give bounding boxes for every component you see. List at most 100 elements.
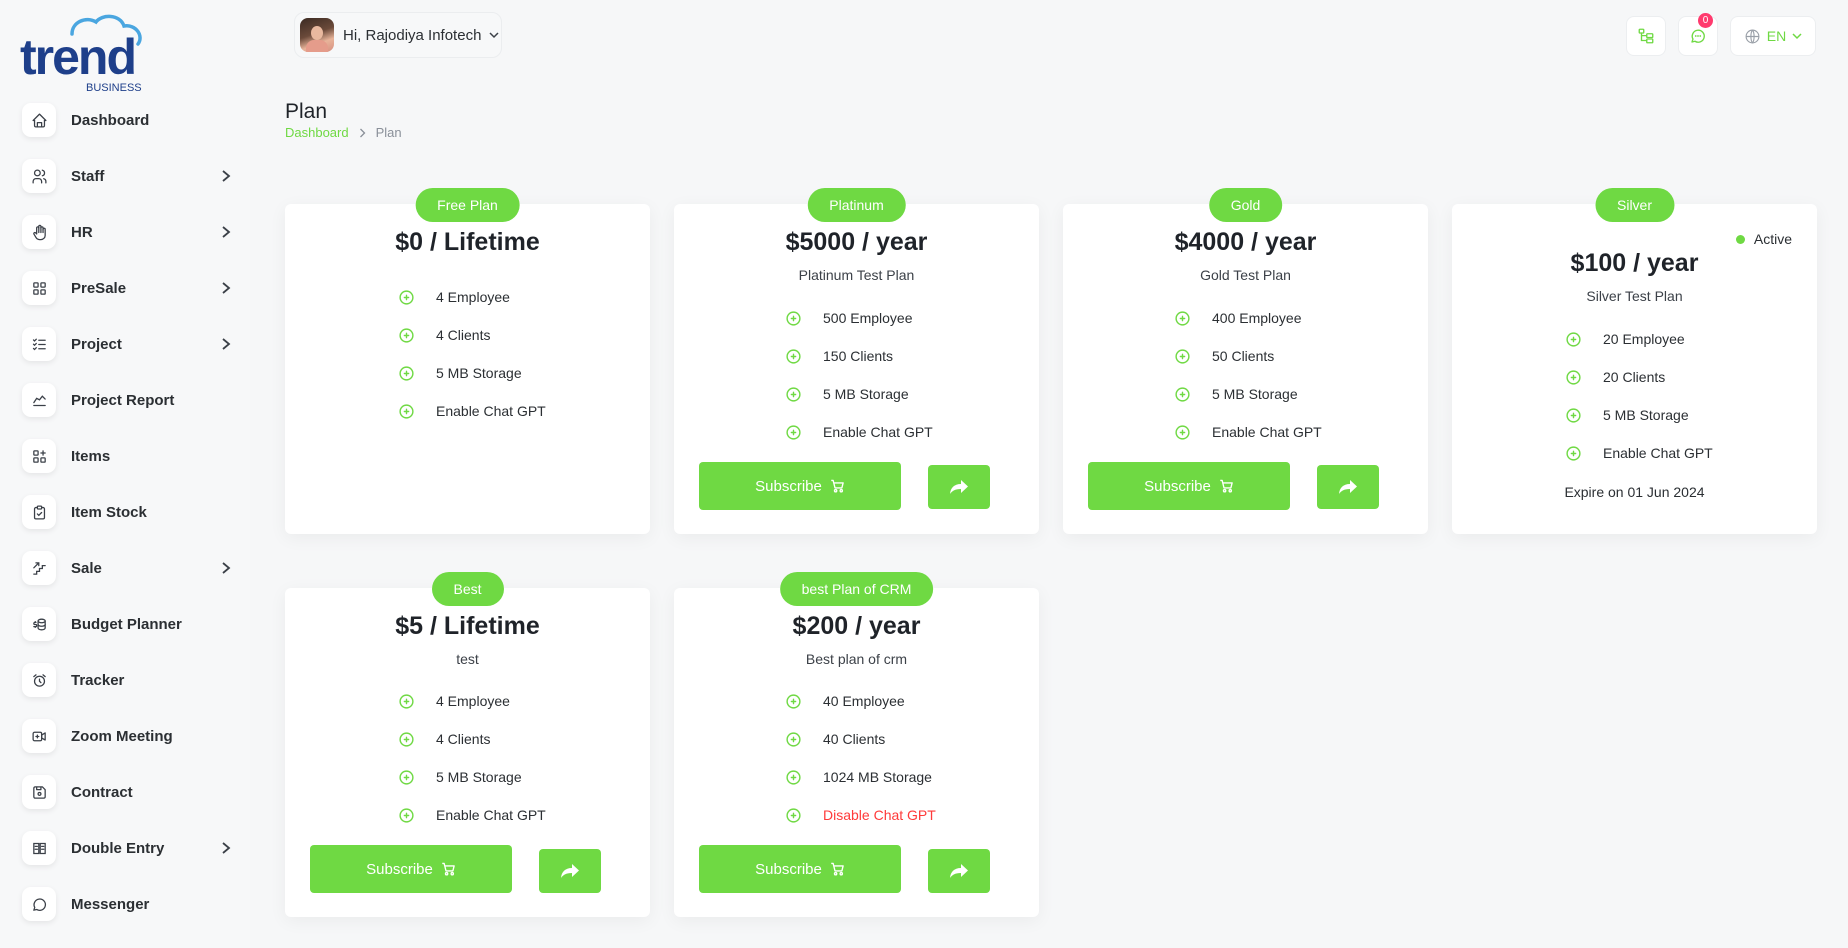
- chevron-right-icon: [222, 282, 231, 294]
- shopping-cart-icon: [1220, 479, 1233, 493]
- sidebar-item-label: Staff: [71, 167, 105, 185]
- sidebar-item-zoom-meeting[interactable]: Zoom Meeting: [22, 708, 232, 764]
- circle-plus-icon: [1175, 310, 1190, 326]
- plan-feature: 150 Clients: [785, 337, 933, 375]
- sidebar-item-staff[interactable]: Staff: [22, 148, 232, 204]
- sidebar-item-label: Double Entry: [71, 839, 165, 857]
- plan-price: $4000 / year: [1174, 228, 1317, 256]
- plan-feature: 40 Clients: [785, 720, 936, 758]
- share-button[interactable]: [928, 849, 990, 893]
- messages-button[interactable]: 0: [1678, 13, 1718, 56]
- alarm-icon: [22, 663, 56, 697]
- plan-price: $0 / Lifetime: [395, 228, 540, 256]
- sidebar-item-project-report[interactable]: Project Report: [22, 372, 232, 428]
- message-icon: [22, 887, 56, 921]
- circle-plus-icon: [1175, 386, 1190, 402]
- sidebar-item-messenger[interactable]: Messenger: [22, 876, 232, 932]
- coins-icon: [22, 607, 56, 641]
- sidebar-item-label: Messenger: [71, 895, 150, 913]
- sidebar-item-project[interactable]: Project: [22, 316, 232, 372]
- plan-feature: 5 MB Storage: [398, 354, 546, 392]
- user-menu[interactable]: Hi, Rajodiya Infotech: [294, 12, 502, 58]
- plan-features: 500 Employee 150 Clients 5 MB Storage En…: [785, 299, 933, 451]
- share-button[interactable]: [1317, 465, 1379, 509]
- plan-feature: 4 Employee: [398, 278, 546, 316]
- plan-feature: 500 Employee: [785, 299, 933, 337]
- subscribe-button[interactable]: Subscribe: [699, 462, 901, 510]
- share-button[interactable]: [539, 849, 601, 893]
- notification-badge: 0: [1698, 13, 1713, 28]
- globe-icon: [1745, 29, 1760, 43]
- sidebar-item-label: Tracker: [71, 671, 125, 689]
- plan-feature: 400 Employee: [1174, 299, 1322, 337]
- layout-switch-button[interactable]: [1626, 16, 1666, 56]
- share-button[interactable]: [928, 465, 990, 509]
- sidebar-item-presale[interactable]: PreSale: [22, 260, 232, 316]
- circle-plus-icon: [786, 693, 801, 709]
- chevron-right-icon: [222, 226, 231, 238]
- circle-plus-icon: [786, 348, 801, 364]
- trend-business-logo[interactable]: trend BUSINESS: [20, 12, 160, 94]
- subscribe-button[interactable]: Subscribe: [699, 845, 901, 893]
- shopping-cart-icon: [831, 479, 844, 493]
- sidebar-item-label: Budget Planner: [71, 615, 182, 633]
- sidebar-item-label: Zoom Meeting: [71, 727, 173, 745]
- sidebar-item-item-stock[interactable]: Item Stock: [22, 484, 232, 540]
- plan-feature: Enable Chat GPT: [398, 796, 546, 834]
- plan-feature: 5 MB Storage: [785, 375, 933, 413]
- circle-plus-icon: [786, 310, 801, 326]
- sidebar-item-contract[interactable]: Contract: [22, 764, 232, 820]
- message-dots-icon: [1691, 29, 1705, 43]
- plan-feature: 5 MB Storage: [1565, 396, 1713, 434]
- grid-icon: [22, 271, 56, 305]
- language-label: EN: [1766, 28, 1787, 44]
- share-arrow-icon: [1339, 480, 1357, 494]
- sidebar-item-items[interactable]: Items: [22, 428, 232, 484]
- sidebar-item-label: Contract: [71, 783, 133, 801]
- breadcrumb-dashboard-link[interactable]: Dashboard: [285, 125, 349, 140]
- plan-features: 400 Employee 50 Clients 5 MB Storage Ena…: [1174, 299, 1322, 451]
- active-status: Active: [1735, 231, 1792, 247]
- sidebar-nav: Dashboard Staff HR PreSale Project Proje…: [22, 92, 232, 932]
- language-dropdown[interactable]: EN: [1730, 16, 1816, 56]
- plan-expire-date: Expire on 01 Jun 2024: [1564, 484, 1705, 500]
- users-icon: [22, 159, 56, 193]
- plan-feature: Enable Chat GPT: [398, 392, 546, 430]
- subscribe-button[interactable]: Subscribe: [1088, 462, 1290, 510]
- circle-plus-icon: [1566, 407, 1581, 423]
- sidebar-item-hr[interactable]: HR: [22, 204, 232, 260]
- device-floppy-icon: [22, 775, 56, 809]
- page-title: Plan: [285, 100, 328, 123]
- breadcrumb-current: Plan: [375, 125, 402, 140]
- sidebar-item-label: Sale: [71, 559, 102, 577]
- circle-plus-icon: [399, 693, 414, 709]
- chevron-down-icon: [489, 32, 499, 39]
- user-greeting: Hi, Rajodiya Infotech: [343, 26, 482, 44]
- plan-features: 20 Employee 20 Clients 5 MB Storage Enab…: [1565, 320, 1713, 472]
- circle-plus-icon: [1566, 331, 1581, 347]
- sidebar-item-budget-planner[interactable]: Budget Planner: [22, 596, 232, 652]
- chevron-right-icon: [222, 170, 231, 182]
- plan-feature: Enable Chat GPT: [785, 413, 933, 451]
- chart-line-icon: [22, 383, 56, 417]
- plan-card-gold: Gold $4000 / year Gold Test Plan 400 Emp…: [1063, 188, 1428, 534]
- sidebar-item-dashboard[interactable]: Dashboard: [22, 92, 232, 148]
- avatar: [300, 18, 334, 52]
- plan-features: 40 Employee 40 Clients 1024 MB Storage D…: [785, 682, 936, 834]
- circle-plus-icon: [399, 769, 414, 785]
- subscribe-button[interactable]: Subscribe: [310, 845, 512, 893]
- plan-name-badge: Best: [431, 572, 504, 606]
- sidebar-item-tracker[interactable]: Tracker: [22, 652, 232, 708]
- home-icon: [22, 103, 56, 137]
- circle-plus-icon: [786, 731, 801, 747]
- active-dot: [1735, 234, 1745, 244]
- sidebar-item-label: Item Stock: [71, 503, 147, 521]
- plan-features: 4 Employee 4 Clients 5 MB Storage Enable…: [398, 278, 546, 430]
- plan-feature: 4 Clients: [398, 316, 546, 354]
- sidebar-item-double-entry[interactable]: Double Entry: [22, 820, 232, 876]
- sidebar-item-sale[interactable]: Sale: [22, 540, 232, 596]
- plan-card-platinum: Platinum $5000 / year Platinum Test Plan…: [674, 188, 1039, 534]
- plan-feature: 5 MB Storage: [1174, 375, 1322, 413]
- circle-plus-icon: [399, 403, 414, 419]
- sidebar-item-label: Project: [71, 335, 122, 353]
